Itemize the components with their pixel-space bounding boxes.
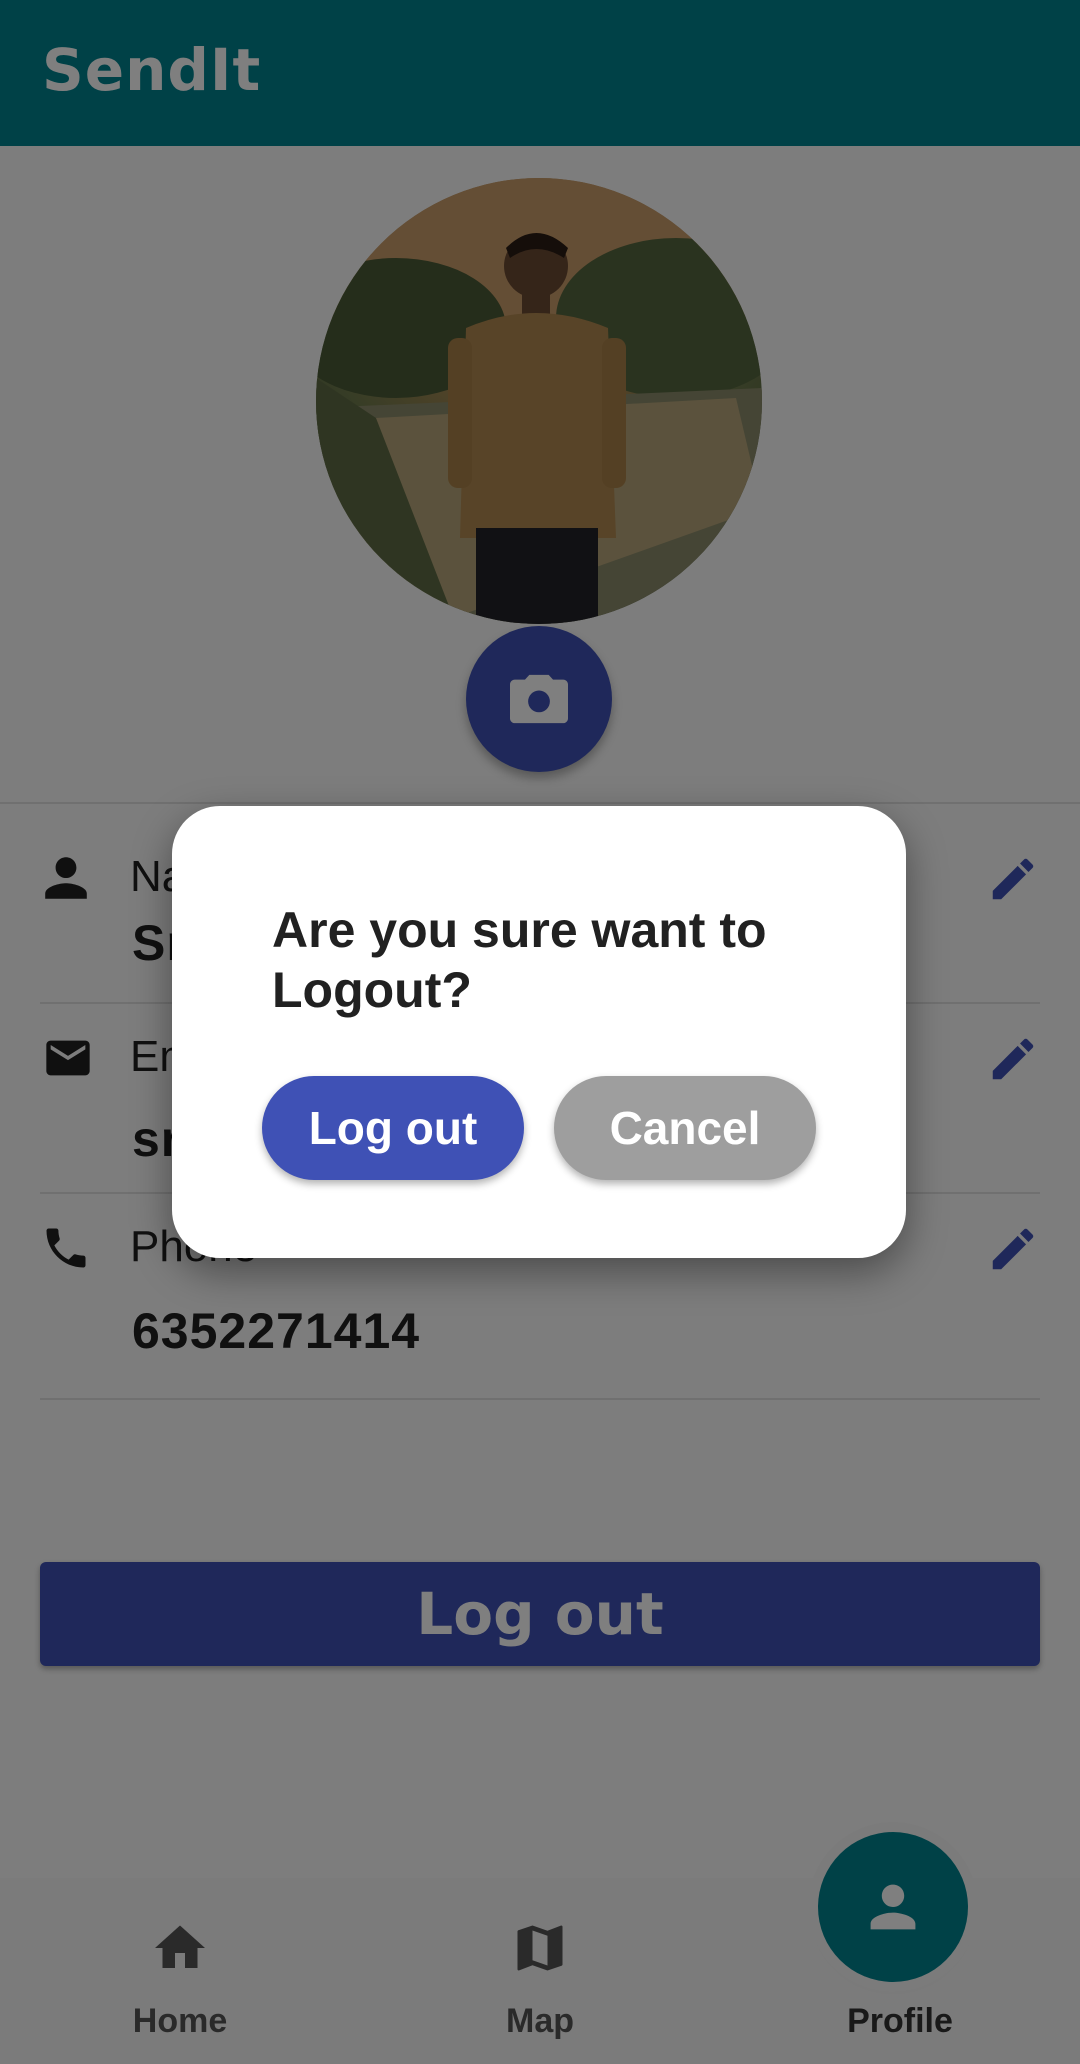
logout-dialog: Are you sure want to Logout? Log out Can… — [172, 806, 906, 1258]
cancel-button[interactable]: Cancel — [554, 1076, 816, 1180]
dialog-title: Are you sure want to Logout? — [272, 902, 767, 1018]
confirm-logout-button[interactable]: Log out — [262, 1076, 524, 1180]
